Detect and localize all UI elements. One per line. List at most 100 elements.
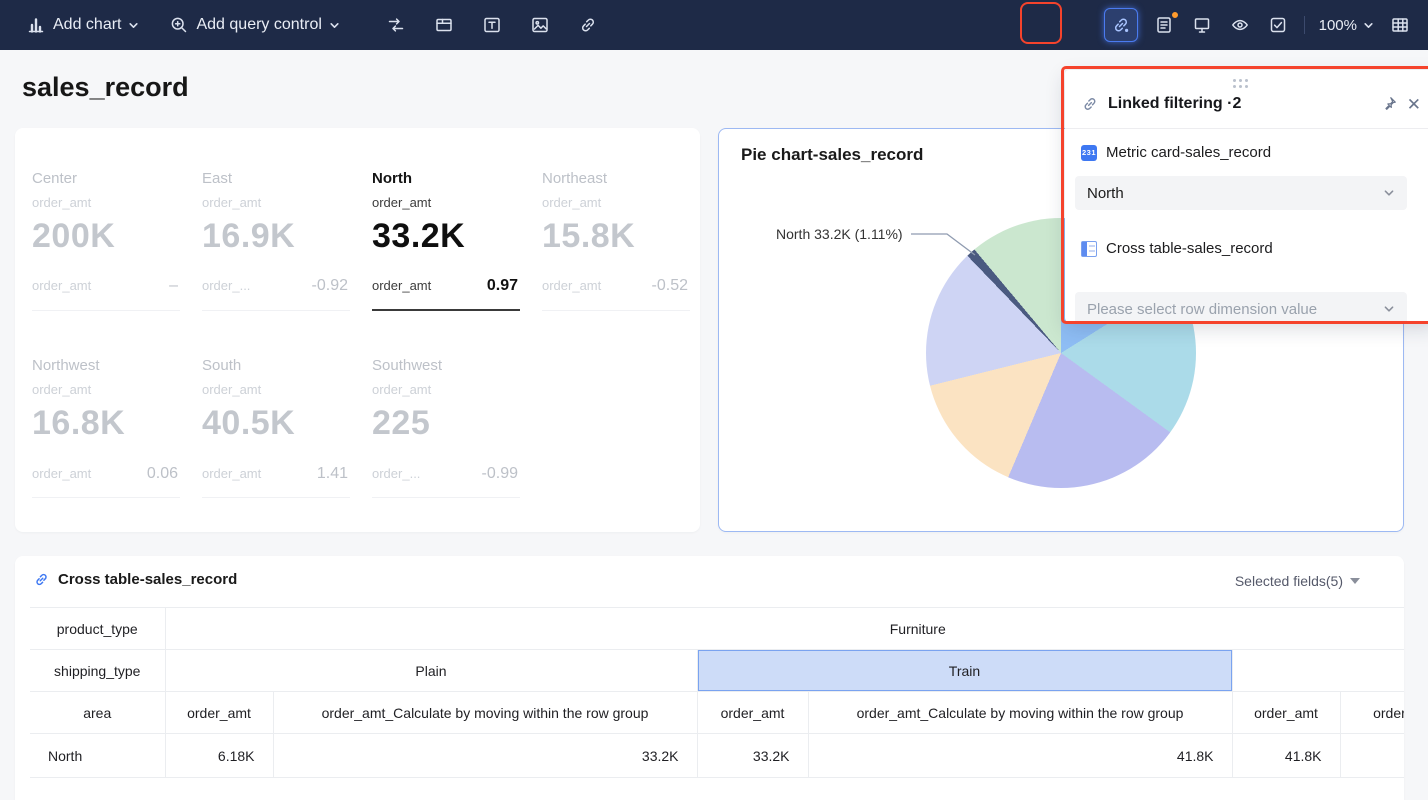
metric-field: order_amt: [202, 195, 262, 210]
metric-value: 16.8K: [32, 404, 126, 443]
metric-value: 200K: [32, 217, 116, 255]
metric-region: North: [372, 170, 412, 187]
popup-item-metric-card: 231 Metric card-sales_record: [1081, 144, 1271, 161]
metric-card-center[interactable]: Center order_amt 200K order_amt –: [32, 170, 180, 312]
chevron-down-icon: [329, 20, 340, 31]
pie-chart-title: Pie chart-sales_record: [741, 145, 924, 164]
hyperlink-widget-button[interactable]: [576, 13, 600, 37]
select-placeholder: Please select row dimension value: [1087, 300, 1318, 318]
metric-field: order_amt: [32, 382, 92, 398]
metric-card-north[interactable]: North order_amt 33.2K order_amt 0.97: [372, 170, 520, 312]
metric-card-panel: Center order_amt 200K order_amt – East or…: [15, 128, 700, 532]
watermark-preview-button[interactable]: [1228, 13, 1252, 37]
metric-field: order_amt: [542, 195, 602, 210]
metric-region: Northwest: [32, 357, 100, 375]
metric-sub-field: order_amt: [32, 465, 92, 481]
selected-fields-label: Selected fields(5): [1234, 573, 1343, 589]
metric-sub-value: 1.41: [316, 464, 348, 482]
measure-header: order_amt_Calculate by moving within the…: [808, 691, 1233, 734]
chevron-down-icon: [1363, 20, 1374, 31]
metric-value: 16.9K: [202, 217, 296, 255]
text-widget-button[interactable]: [480, 13, 504, 37]
divider: [1065, 128, 1428, 129]
chevron-down-icon: [128, 20, 139, 31]
cross-table-filter-select[interactable]: Please select row dimension value: [1075, 292, 1407, 322]
bar-chart-icon: [26, 15, 46, 35]
metric-card-icon: 231: [1081, 144, 1097, 161]
metric-card-northwest[interactable]: Northwest order_amt 16.8K order_amt 0.06: [32, 357, 180, 498]
magnifier-plus-icon: [169, 15, 189, 35]
zoom-level-label: 100%: [1318, 16, 1357, 34]
metric-card-northeast[interactable]: Northeast order_amt 15.8K order_amt -0.52: [542, 170, 690, 312]
cross-table-panel: Cross table-sales_record Selected fields…: [15, 556, 1404, 800]
selected-fields-dropdown[interactable]: Selected fields(5): [1235, 573, 1360, 589]
column-group-plain[interactable]: Plain: [165, 649, 698, 692]
device-preview-button[interactable]: [1190, 13, 1214, 37]
metric-region: Northeast: [542, 170, 608, 187]
metric-value: 15.8K: [542, 217, 636, 255]
column-group-empty: [1232, 649, 1404, 692]
table-cell[interactable]: 6.18K: [165, 733, 274, 778]
metric-field: order_amt: [372, 195, 432, 210]
publish-check-button[interactable]: [1266, 13, 1290, 37]
popup-item-cross-table: Cross table-sales_record: [1081, 240, 1273, 257]
triangle-down-icon: [1350, 578, 1360, 584]
metric-sub-value: -0.52: [651, 277, 688, 295]
metric-field: order_amt: [202, 382, 262, 398]
metric-value: 225: [372, 404, 431, 443]
measure-header: order_amt_Calculate by moving within the…: [273, 691, 698, 734]
table-cell[interactable]: 41.8K: [1232, 733, 1341, 778]
close-icon[interactable]: ✕: [1407, 96, 1421, 113]
metric-region: Southwest: [372, 357, 443, 375]
cross-table: product_type Furniture shipping_type Pla…: [30, 607, 1404, 778]
metric-sub-field: order_amt: [542, 278, 602, 294]
page-title: sales_record: [22, 72, 189, 102]
image-widget-button[interactable]: [528, 13, 552, 37]
measure-header: order_amt: [1340, 691, 1404, 734]
zoom-control[interactable]: 100%: [1319, 17, 1374, 34]
metric-sub-value: –: [169, 277, 178, 295]
chevron-down-icon: [1383, 303, 1395, 315]
report-button[interactable]: [1152, 11, 1179, 37]
metric-sub-field: order_...: [202, 278, 251, 294]
cross-table-scroll-area[interactable]: product_type Furniture shipping_type Pla…: [30, 607, 1404, 783]
grid-view-button[interactable]: [1388, 13, 1412, 37]
pin-icon[interactable]: [1380, 95, 1398, 113]
column-group-train[interactable]: Train: [697, 649, 1233, 692]
metric-card-south[interactable]: South order_amt 40.5K order_amt 1.41: [202, 357, 350, 498]
metric-sub-field: order_...: [372, 465, 421, 481]
metric-region: East: [202, 170, 233, 187]
metric-value: 33.2K: [372, 217, 466, 255]
relation-widget-button[interactable]: [384, 13, 408, 37]
popup-item-label: Metric card-sales_record: [1106, 144, 1272, 161]
metric-sub-value: -0.92: [311, 277, 348, 295]
pie-slice-label: North 33.2K (1.11%): [776, 226, 903, 242]
add-query-control-button[interactable]: Add query control: [169, 15, 339, 35]
table-cell[interactable]: 41.8K: [808, 733, 1233, 778]
measure-header: order_amt: [165, 691, 274, 734]
metric-card-filter-select[interactable]: North: [1075, 176, 1407, 210]
metric-region: South: [202, 357, 242, 375]
metric-sub-value: 0.97: [486, 277, 518, 295]
add-chart-label: Add chart: [53, 16, 122, 33]
metric-sub-field: order_amt: [372, 278, 432, 294]
select-value: North: [1087, 184, 1124, 202]
pie-label-leader-line: [911, 233, 976, 256]
corner-area: area: [30, 691, 166, 734]
column-group-furniture[interactable]: Furniture: [165, 607, 1404, 650]
corner-shipping-type: shipping_type: [30, 649, 166, 692]
table-cell[interactable]: [1340, 733, 1404, 778]
table-cell[interactable]: 33.2K: [697, 733, 809, 778]
drag-handle[interactable]: [1233, 79, 1248, 88]
chevron-down-icon: [1383, 187, 1395, 199]
table-cell[interactable]: 33.2K: [273, 733, 698, 778]
tab-widget-button[interactable]: [432, 13, 456, 37]
linked-filtering-button[interactable]: [1103, 8, 1138, 42]
add-chart-button[interactable]: Add chart: [26, 15, 139, 35]
metric-card-east[interactable]: East order_amt 16.9K order_... -0.92: [202, 170, 350, 312]
linked-filter-icon: [1114, 18, 1128, 32]
popup-title: Linked filtering ·2: [1108, 95, 1242, 112]
metric-card-southwest[interactable]: Southwest order_amt 225 order_... -0.99: [372, 357, 520, 498]
row-dimension-north[interactable]: North: [30, 733, 166, 778]
linked-icon: [36, 573, 47, 586]
